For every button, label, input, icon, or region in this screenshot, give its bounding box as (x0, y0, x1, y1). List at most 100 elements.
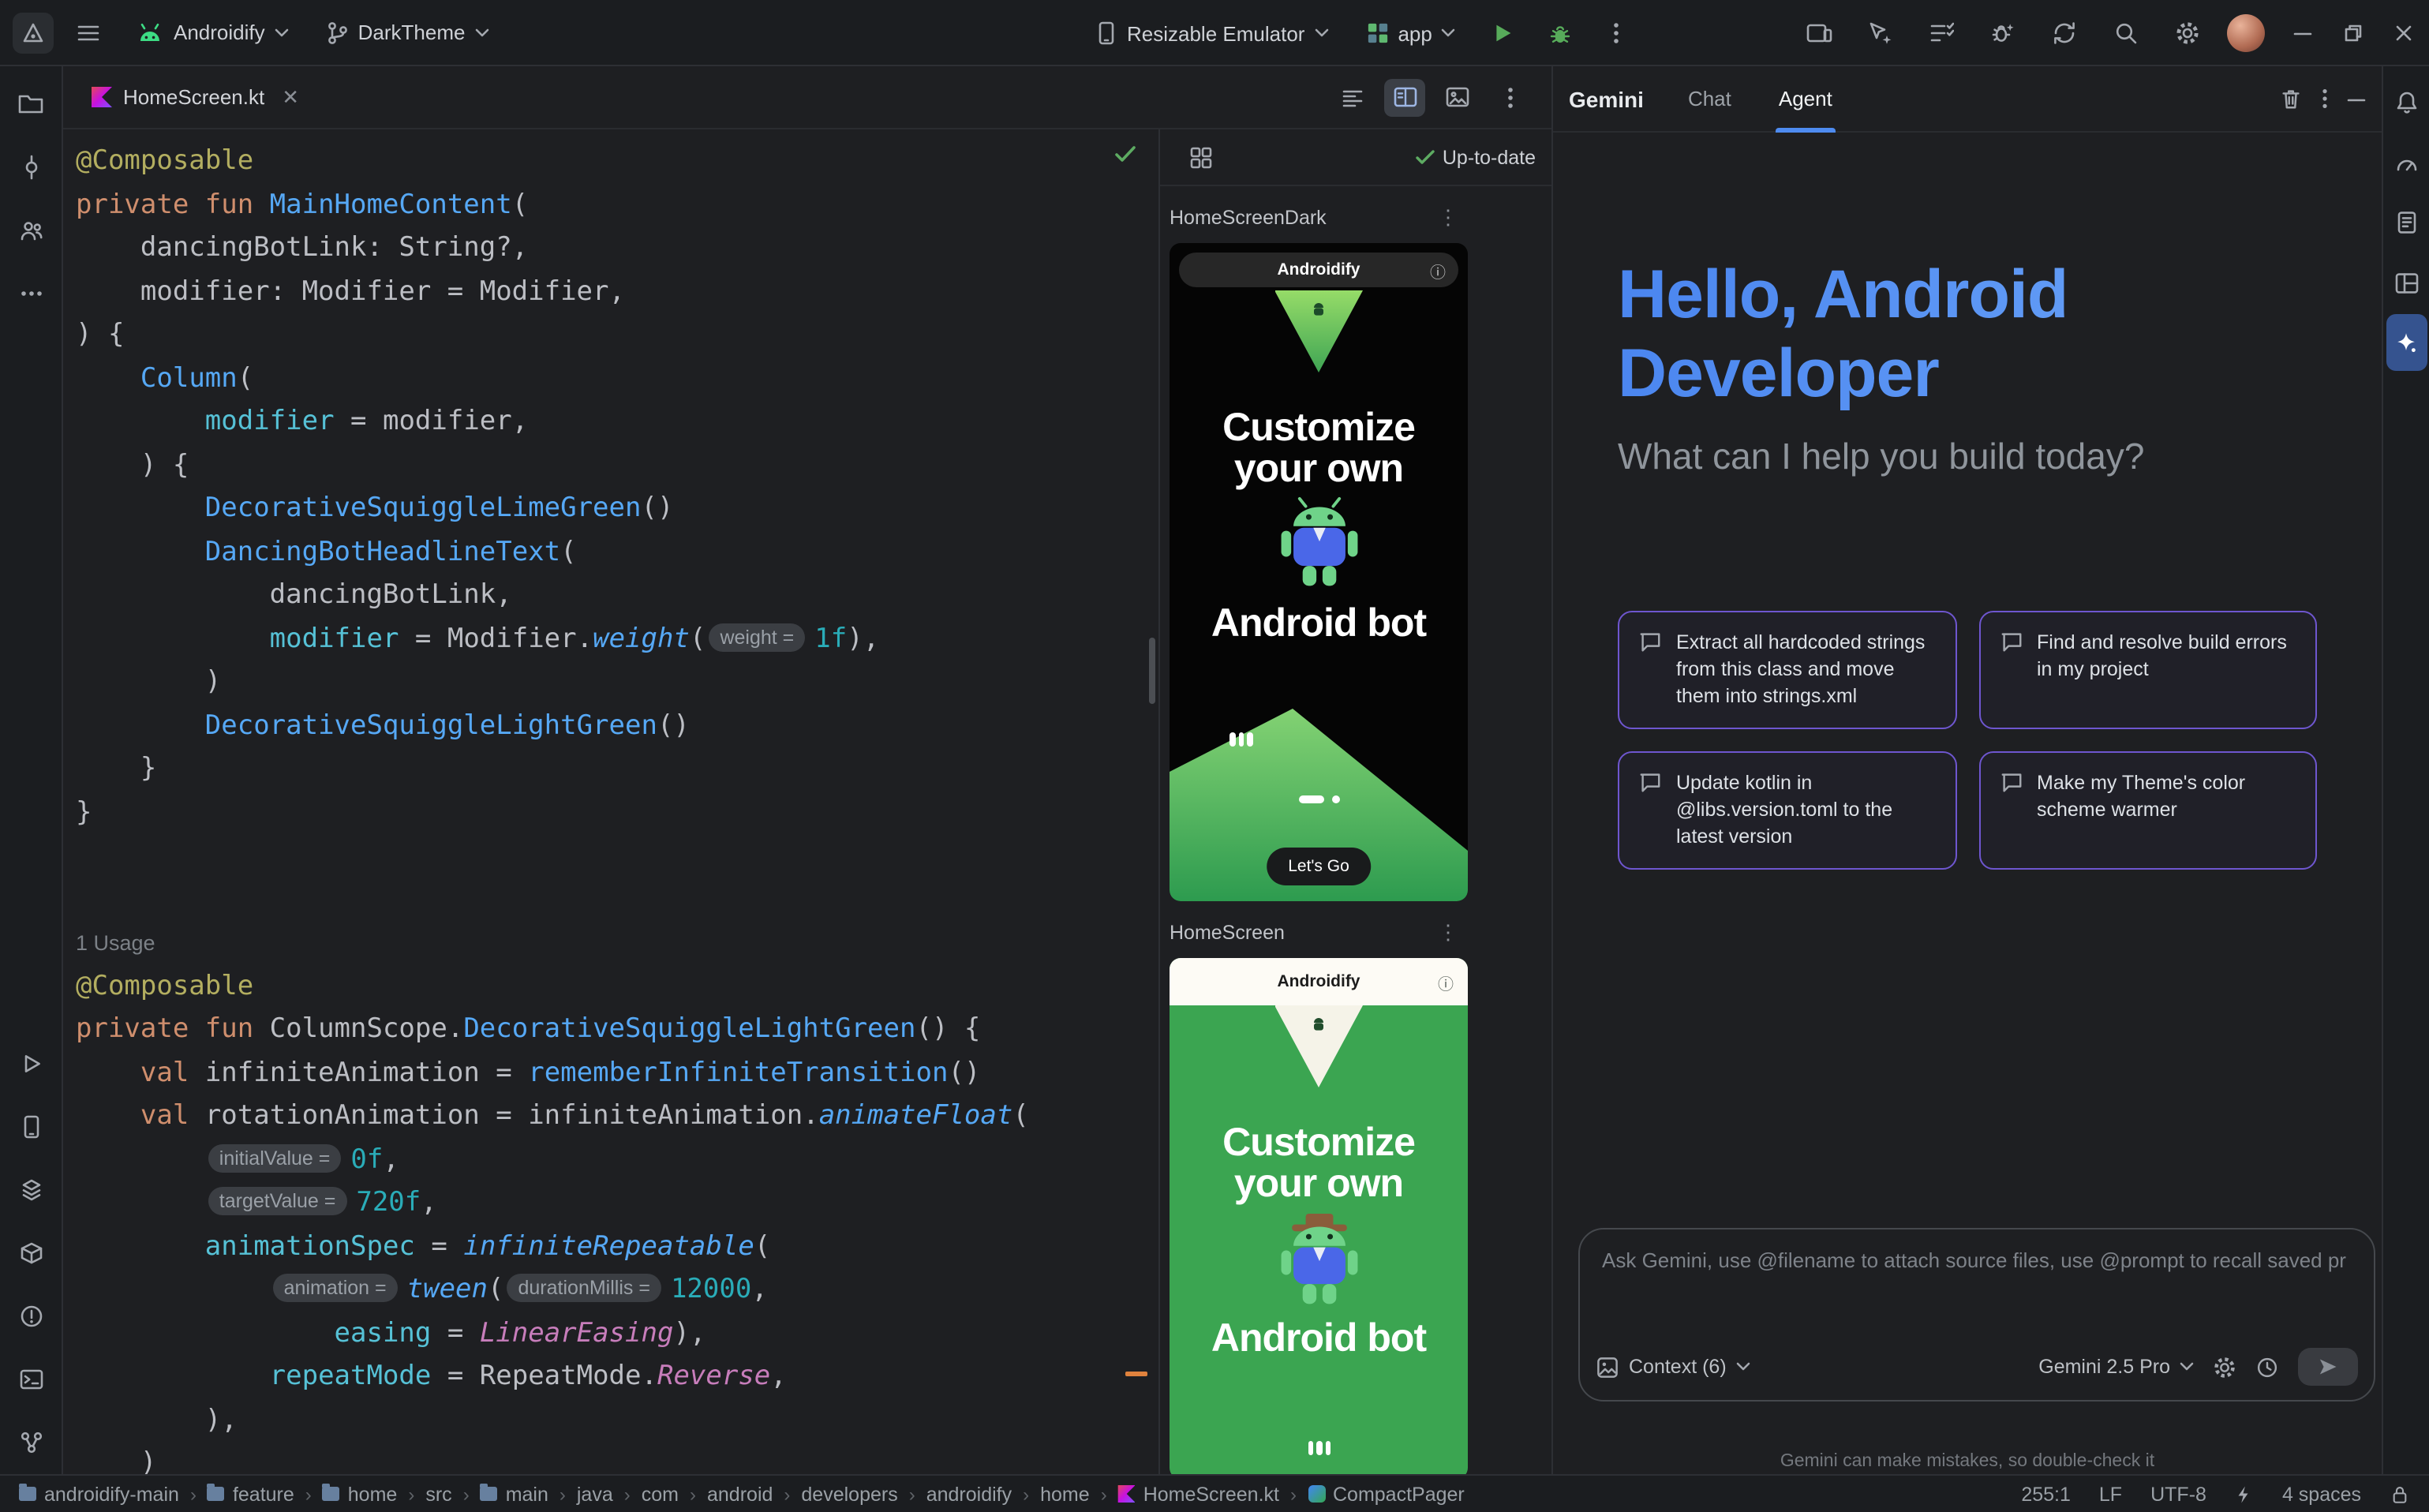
suggestion-card[interactable]: Extract all hardcoded strings from this … (1618, 611, 1956, 729)
gradle-sync-button[interactable] (2042, 11, 2087, 55)
build-tasks-button[interactable] (1919, 11, 1963, 55)
breadcrumb-item[interactable]: android (707, 1483, 773, 1505)
project-tool-button[interactable] (6, 74, 56, 134)
code-line[interactable]: DecorativeSquiggleLightGreen() (76, 705, 1158, 748)
code-line[interactable]: repeatMode = RepeatMode.Reverse, (76, 1356, 1158, 1399)
debug-button[interactable] (1538, 11, 1582, 55)
code-line[interactable]: initialValue =0f, (76, 1139, 1158, 1182)
window-minimize-button[interactable] (2277, 0, 2328, 66)
breadcrumb-item[interactable]: src (425, 1483, 451, 1505)
code-line[interactable] (76, 878, 1158, 922)
breadcrumb-item[interactable]: com (642, 1483, 679, 1505)
split-view-toggle[interactable] (1384, 78, 1425, 116)
gemini-options-button[interactable] (2322, 87, 2328, 110)
breadcrumb-item[interactable]: HomeScreen.kt (1118, 1483, 1279, 1505)
gemini-tool-button[interactable] (2386, 314, 2427, 371)
phone-preview-dark[interactable]: Androidify ⓘ Customize your own (1170, 243, 1468, 901)
run-tool-button[interactable] (6, 1034, 56, 1094)
breadcrumb-item[interactable]: home (323, 1483, 398, 1505)
settings-button[interactable] (2165, 11, 2210, 55)
breadcrumb-item[interactable]: main (481, 1483, 548, 1505)
user-avatar[interactable] (2227, 14, 2265, 52)
code-line[interactable]: dancingBotLink: String?, (76, 227, 1158, 271)
line-separator[interactable]: LF (2099, 1483, 2122, 1505)
gemini-prompt-input[interactable] (1602, 1248, 2352, 1272)
code-line[interactable]: private fun ColumnScope.DecorativeSquigg… (76, 1009, 1158, 1052)
code-line[interactable]: 1 Usage (76, 922, 1158, 965)
run-configuration-selector[interactable]: app (1353, 11, 1468, 55)
code-line[interactable]: @Composable (76, 965, 1158, 1009)
main-menu-button[interactable] (66, 10, 110, 54)
gemini-prompt-box[interactable]: Context (6) Gemini 2.5 Pro (1578, 1228, 2375, 1402)
breadcrumb-item[interactable]: CompactPager (1308, 1483, 1465, 1505)
phone-preview-light[interactable]: Androidify ⓘ Customize your own (1170, 958, 1468, 1474)
code-line[interactable]: val infiniteAnimation = rememberInfinite… (76, 1052, 1158, 1095)
breadcrumb-item[interactable]: androidify-main (19, 1483, 179, 1505)
context-selector[interactable]: Context (6) (1596, 1355, 1750, 1379)
commit-tool-button[interactable] (6, 137, 56, 197)
ai-actions-button[interactable] (1858, 11, 1902, 55)
suggestion-card[interactable]: Find and resolve build errors in my proj… (1978, 611, 2317, 729)
readonly-lock-icon[interactable] (2390, 1483, 2410, 1505)
hide-panel-button[interactable] (2347, 89, 2366, 108)
code-line[interactable]: } (76, 748, 1158, 792)
notifications-button[interactable] (2386, 74, 2427, 131)
run-button[interactable] (1481, 11, 1525, 55)
code-line[interactable]: modifier = modifier, (76, 401, 1158, 444)
file-encoding[interactable]: UTF-8 (2150, 1483, 2206, 1505)
caret-position[interactable]: 255:1 (2021, 1483, 2071, 1505)
more-tools-button[interactable] (6, 264, 56, 324)
tab-agent[interactable]: Agent (1779, 65, 1832, 132)
editor-tab-homescreen[interactable]: HomeScreen.kt ✕ (85, 65, 305, 129)
delete-conversation-button[interactable] (2279, 87, 2303, 110)
code-line[interactable]: ), (76, 1399, 1158, 1443)
profiler-tool-button[interactable] (2386, 134, 2427, 191)
breadcrumb-item[interactable]: home (1040, 1483, 1090, 1505)
breadcrumb-item[interactable]: feature (208, 1483, 294, 1505)
lets-go-button[interactable]: Let's Go (1266, 848, 1372, 885)
code-line[interactable]: targetValue =720f, (76, 1182, 1158, 1226)
code-editor[interactable]: @Composableprivate fun MainHomeContent( … (63, 129, 1158, 1474)
problems-tool-button[interactable] (6, 1286, 56, 1346)
code-line[interactable]: val rotationAnimation = infiniteAnimatio… (76, 1095, 1158, 1139)
preview-menu-dark[interactable]: ⋮ (1438, 205, 1458, 230)
window-close-button[interactable] (2378, 0, 2429, 66)
device-selector[interactable]: Resizable Emulator (1083, 11, 1341, 55)
dependencies-tool-button[interactable] (6, 1160, 56, 1220)
code-line[interactable]: ) (76, 661, 1158, 705)
code-line[interactable] (76, 835, 1158, 878)
code-line[interactable]: animation =tween(durationMillis =12000, (76, 1269, 1158, 1312)
build-tool-button[interactable] (6, 1223, 56, 1283)
search-everywhere-button[interactable] (2104, 11, 2148, 55)
code-view-toggle[interactable] (1332, 78, 1373, 116)
code-line[interactable]: modifier: Modifier = Modifier, (76, 271, 1158, 314)
suggestion-card[interactable]: Make my Theme's color scheme warmer (1978, 751, 2317, 870)
tab-chat[interactable]: Chat (1688, 65, 1731, 132)
breadcrumb-item[interactable]: androidify (926, 1483, 1012, 1505)
code-line[interactable]: modifier = Modifier.weight(weight =1f), (76, 618, 1158, 661)
window-restore-button[interactable] (2328, 0, 2378, 66)
running-devices-tool-button[interactable] (6, 1097, 56, 1157)
project-selector[interactable]: Androidify (123, 10, 301, 54)
code-line[interactable]: private fun MainHomeContent( (76, 184, 1158, 227)
more-run-actions-button[interactable] (1595, 11, 1639, 55)
code-line[interactable]: ) { (76, 314, 1158, 357)
layout-inspector-tool-button[interactable] (2386, 254, 2427, 311)
preview-menu-light[interactable]: ⋮ (1438, 920, 1458, 945)
inspection-status-icon[interactable] (1114, 145, 1136, 164)
editor-scrollbar[interactable] (1149, 638, 1155, 704)
design-view-toggle[interactable] (1436, 78, 1477, 116)
model-selector[interactable]: Gemini 2.5 Pro (2038, 1356, 2194, 1378)
code-line[interactable]: DancingBotHeadlineText( (76, 531, 1158, 574)
preview-gallery-button[interactable] (1179, 135, 1223, 179)
suggestion-card[interactable]: Update kotlin in @libs.version.toml to t… (1618, 751, 1956, 870)
code-line[interactable]: @Composable (76, 140, 1158, 184)
code-line[interactable]: ) (76, 1443, 1158, 1474)
app-insights-tool-button[interactable] (2386, 194, 2427, 251)
gemini-settings-button[interactable] (2213, 1355, 2236, 1379)
terminal-tool-button[interactable] (6, 1349, 56, 1409)
ai-autocomplete-status[interactable] (2235, 1483, 2254, 1505)
code-line[interactable]: animationSpec = infiniteRepeatable( (76, 1226, 1158, 1269)
version-control-tool-button[interactable] (6, 1413, 56, 1473)
editor-options-button[interactable] (1488, 75, 1533, 119)
